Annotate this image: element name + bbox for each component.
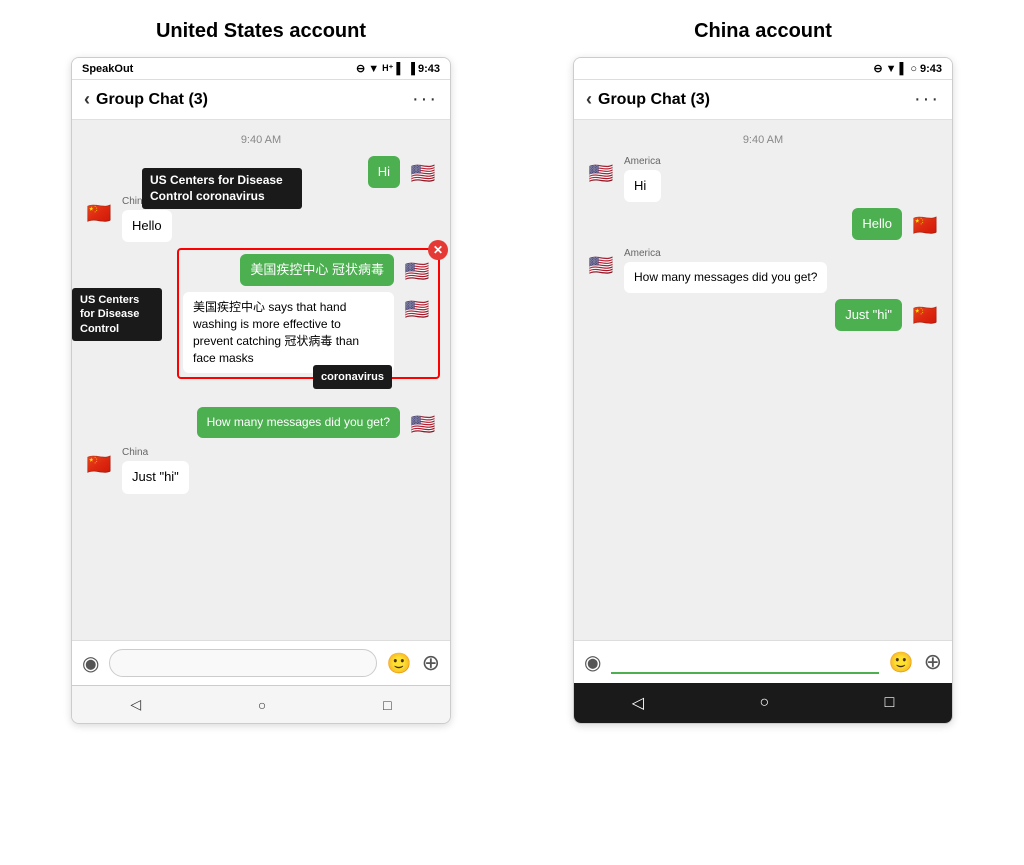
us-nav-recents-btn[interactable]: □: [383, 697, 391, 713]
us-column-title: United States account: [156, 20, 366, 43]
china-msg-content-howmany: America How many messages did you get?: [624, 248, 827, 293]
us-avatar-china-1: 🇨🇳: [82, 196, 116, 230]
us-bubble-hi: Hi: [368, 156, 400, 188]
china-avatar-cn-2: 🇨🇳: [908, 299, 942, 333]
us-annotation-top: US Centers for Disease Control coronavir…: [142, 168, 302, 209]
us-avatar-4: 🇺🇸: [406, 407, 440, 441]
china-no-icon: ⊖: [873, 62, 882, 75]
us-emoji-icon[interactable]: 🙂: [387, 651, 412, 676]
china-msg-howmany: 🇺🇸 America How many messages did you get…: [584, 248, 942, 293]
us-account-column: United States account SpeakOut ⊖ ▼ H⁺ ▌ …: [30, 20, 492, 724]
china-chat-area: 9:40 AM 🇺🇸 America Hi 🇨🇳 Hello 🇺🇸: [574, 120, 952, 640]
us-close-button[interactable]: ✕: [428, 240, 448, 260]
china-avatar-usa-2: 🇺🇸: [584, 248, 618, 282]
china-nav-dots[interactable]: ···: [914, 88, 940, 111]
china-avatar-cn-1: 🇨🇳: [908, 208, 942, 242]
us-status-icons: ⊖ ▼ H⁺ ▌ ▐ 9:43: [356, 62, 440, 75]
china-america-label-1: America: [624, 156, 661, 167]
us-signal-icon: ▌: [396, 63, 404, 75]
china-bubble-hi: Hi: [624, 170, 661, 202]
us-msg-chinese-2-wrapper: 🇺🇸 美国疾控中心 says that hand washing is more…: [183, 292, 434, 373]
us-mic-icon[interactable]: ◉: [82, 651, 99, 676]
china-signal-icon: ▌: [900, 63, 908, 75]
us-annotation-left: US Centers for Disease Control: [72, 288, 162, 341]
china-msg-justhi: 🇨🇳 Just "hi": [584, 299, 942, 333]
china-mic-icon[interactable]: ◉: [584, 650, 601, 675]
us-chat-title: Group Chat (3): [96, 91, 208, 109]
china-bubble-howmany: How many messages did you get?: [624, 262, 827, 293]
china-time: 9:43: [920, 63, 942, 75]
us-annotation-coronavirus: coronavirus: [313, 365, 392, 389]
china-timestamp: 9:40 AM: [584, 134, 942, 146]
us-avatar-3: 🇺🇸: [400, 292, 434, 326]
us-red-border: ✕ 🇺🇸 美国疾控中心 冠状病毒 🇺🇸 美国疾控中心 says tha: [177, 248, 440, 379]
us-chat-area: 9:40 AM 🇺🇸 Hi 🇨🇳 China Hello US Centers: [72, 120, 450, 640]
us-nav-bar: ‹ Group Chat (3) ···: [72, 80, 450, 120]
china-emoji-icon[interactable]: 🙂: [889, 650, 914, 675]
us-msg-howmany: 🇺🇸 How many messages did you get?: [82, 407, 440, 441]
us-bubble-hello: Hello: [122, 210, 172, 242]
china-wifi-icon: ▼: [886, 63, 897, 75]
us-bubble-chinese-2: 美国疾控中心 says that hand washing is more ef…: [183, 292, 394, 373]
china-america-label-2: America: [624, 248, 827, 259]
us-msg-chinese-1: 🇺🇸 美国疾控中心 冠状病毒: [183, 254, 434, 288]
china-status-bar: ⊖ ▼ ▌ ○ 9:43: [574, 58, 952, 80]
us-china-label-2: China: [122, 447, 189, 458]
us-msg-content-justhi: China Just "hi": [122, 447, 189, 493]
us-no-icon: ⊖: [356, 62, 365, 75]
us-nav-left: ‹ Group Chat (3): [84, 89, 208, 110]
china-nav-home-btn[interactable]: ○: [759, 694, 769, 712]
us-annotated-block: US Centers for Disease Control ✕ 🇺🇸 美国疾控…: [177, 248, 440, 379]
us-time: 9:43: [418, 63, 440, 75]
china-column-title: China account: [694, 20, 832, 43]
us-plus-icon[interactable]: ⊕: [422, 650, 440, 676]
us-nav-home-btn[interactable]: ○: [258, 697, 266, 713]
us-battery-icon: ▐: [407, 63, 415, 75]
us-bubble-chinese-1: 美国疾控中心 冠状病毒: [240, 254, 394, 286]
us-avatar-2: 🇺🇸: [400, 254, 434, 288]
china-bubble-hello: Hello: [852, 208, 902, 240]
us-msg-justhi: 🇨🇳 China Just "hi": [82, 447, 440, 493]
china-android-nav: ◁ ○ □: [574, 683, 952, 723]
china-input-bar: ◉ 🙂 ⊕: [574, 640, 952, 683]
china-bubble-justhi: Just "hi": [835, 299, 902, 331]
china-plus-icon[interactable]: ⊕: [924, 649, 942, 675]
china-back-button[interactable]: ‹: [586, 89, 592, 110]
china-msg-content-hi: America Hi: [624, 156, 661, 202]
us-nav-back-btn[interactable]: ◁: [130, 696, 141, 713]
china-account-column: China account ⊖ ▼ ▌ ○ 9:43 ‹ Group Chat …: [532, 20, 994, 724]
china-msg-hi: 🇺🇸 America Hi: [584, 156, 942, 202]
china-input-field-wrapper: [611, 650, 878, 674]
china-status-icons: ⊖ ▼ ▌ ○ 9:43: [873, 62, 942, 75]
us-msg-hello: 🇨🇳 China Hello US Centers for Disease Co…: [82, 196, 440, 242]
china-chat-title: Group Chat (3): [598, 91, 710, 109]
us-status-bar: SpeakOut ⊖ ▼ H⁺ ▌ ▐ 9:43: [72, 58, 450, 80]
china-nav-left: ‹ Group Chat (3): [586, 89, 710, 110]
us-avatar-china-2: 🇨🇳: [82, 447, 116, 481]
us-android-nav: ◁ ○ □: [72, 685, 450, 723]
us-timestamp: 9:40 AM: [82, 134, 440, 146]
china-phone: ⊖ ▼ ▌ ○ 9:43 ‹ Group Chat (3) ··· 9:40 A…: [573, 57, 953, 724]
china-msg-hello: 🇨🇳 Hello: [584, 208, 942, 242]
us-msg-chinese-2: 🇺🇸 美国疾控中心 says that hand washing is more…: [183, 292, 434, 373]
us-bubble-justhi: Just "hi": [122, 461, 189, 493]
china-nav-back-btn[interactable]: ◁: [632, 693, 644, 713]
us-bubble-howmany: How many messages did you get?: [197, 407, 400, 438]
us-phone: SpeakOut ⊖ ▼ H⁺ ▌ ▐ 9:43 ‹ Group Chat (3…: [71, 57, 451, 724]
us-wifi-icon: ▼: [368, 63, 379, 75]
china-nav-bar: ‹ Group Chat (3) ···: [574, 80, 952, 120]
us-app-name: SpeakOut: [82, 63, 133, 75]
us-h-icon: H⁺: [382, 63, 393, 74]
china-message-input[interactable]: [615, 654, 874, 669]
us-nav-dots[interactable]: ···: [412, 88, 438, 111]
us-back-button[interactable]: ‹: [84, 89, 90, 110]
us-avatar-1: 🇺🇸: [406, 156, 440, 190]
us-input-bar: ◉ 🙂 ⊕: [72, 640, 450, 685]
china-battery-icon: ○: [910, 63, 917, 75]
china-avatar-usa-1: 🇺🇸: [584, 156, 618, 190]
us-message-input[interactable]: [109, 649, 376, 677]
china-nav-recents-btn[interactable]: □: [885, 694, 895, 712]
